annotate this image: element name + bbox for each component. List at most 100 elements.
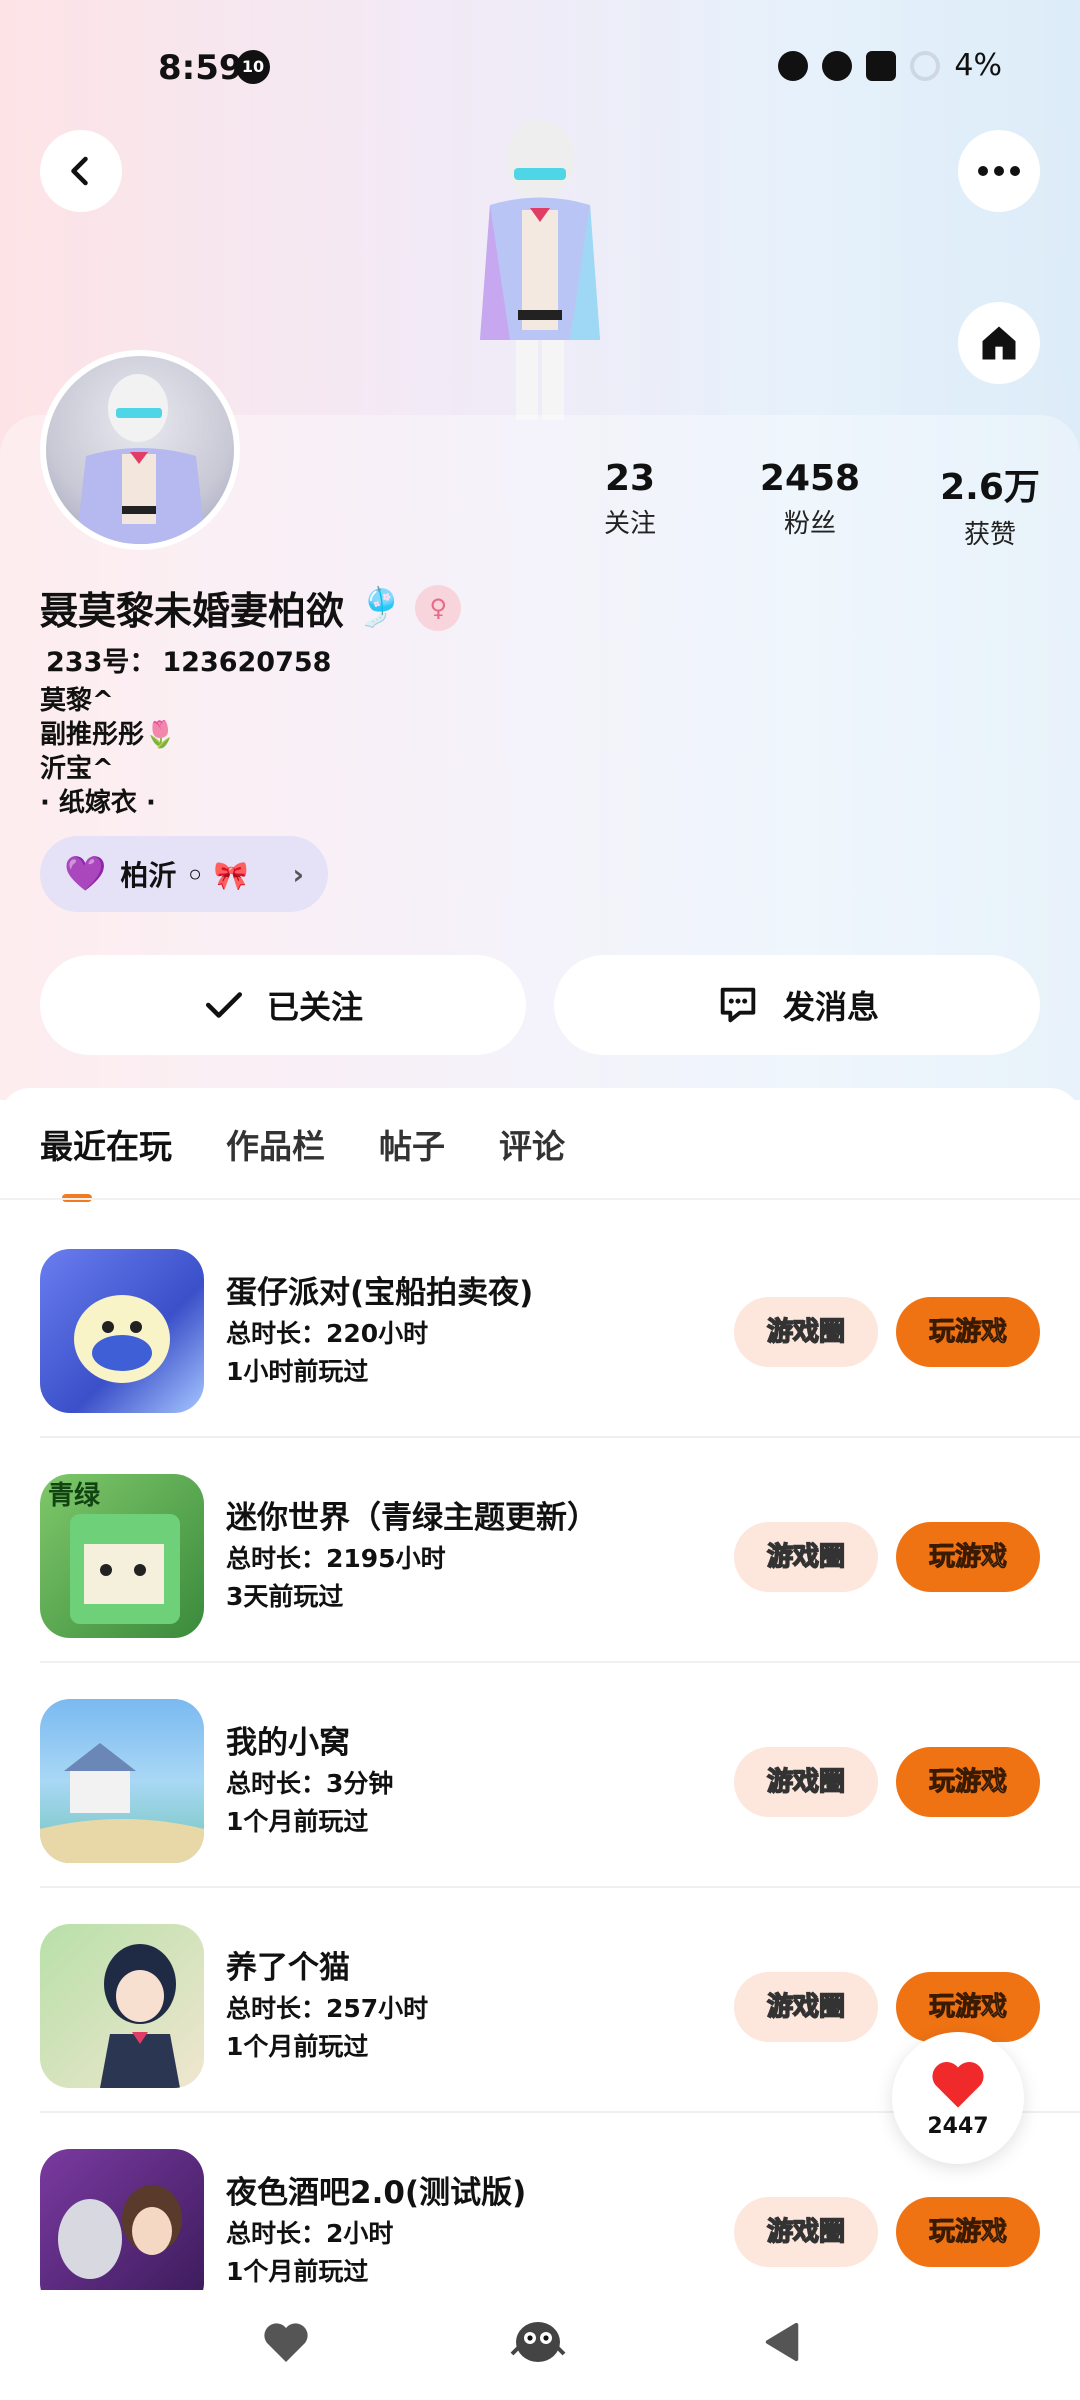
stat-followers[interactable]: 2458 粉丝 [720, 458, 900, 551]
send-message-button[interactable]: 发消息 [554, 955, 1040, 1055]
nickname: 聂莫黎未婚妻柏欲 [40, 589, 345, 633]
following-label: 已关注 [266, 988, 363, 1026]
play-game-button[interactable]: 玩游戏 [896, 1522, 1040, 1592]
game-icon [40, 1249, 204, 1413]
alarm-icon [778, 50, 809, 81]
game-info: 迷你世界（青绿主题更新） 总时长：2195小时 3天前玩过 [226, 1492, 598, 1613]
game-icon [40, 2149, 204, 2313]
stat-following[interactable]: 23 关注 [540, 458, 720, 551]
user-id[interactable]: 233号： 123620758 [40, 640, 331, 679]
stat-likes[interactable]: 2.6万 获赞 [900, 458, 1080, 551]
character-model [450, 110, 630, 420]
status-icons: 4% [778, 48, 1002, 83]
game-circle-button[interactable]: 游戏圈 [734, 1972, 878, 2042]
following-button[interactable]: 已关注 [40, 955, 526, 1055]
nickname-emoji: 🎐 [356, 585, 404, 629]
tab-recently-played[interactable]: 最近在玩 [40, 1120, 172, 1168]
uid-value: 123620758 [162, 647, 332, 678]
heart-icon [264, 2323, 308, 2362]
nav-heart[interactable] [262, 2320, 310, 2368]
wifi-icon [822, 50, 853, 81]
stat-value: 23 [604, 458, 656, 499]
status-bar: 8:59 10 4% [0, 40, 1080, 100]
game-row[interactable]: 青绿 迷你世界（青绿主题更新） 总时长：2195小时 3天前玩过 游戏圈 玩游戏 [40, 1438, 1080, 1663]
game-circle-button[interactable]: 游戏圈 [734, 1297, 878, 1367]
game-row[interactable]: 我的小窝 总时长：3分钟 1个月前玩过 游戏圈 玩游戏 [40, 1663, 1080, 1888]
game-info: 我的小窝 总时长：3分钟 1个月前玩过 [226, 1717, 393, 1838]
game-title: 养了个猫 [226, 1950, 350, 1986]
play-game-button[interactable]: 玩游戏 [896, 1747, 1040, 1817]
tab-works[interactable]: 作品栏 [226, 1120, 325, 1168]
back-button[interactable] [40, 130, 122, 212]
game-info: 养了个猫 总时长：257小时 1个月前玩过 [226, 1942, 428, 2063]
game-row[interactable]: 养了个猫 总时长：257小时 1个月前玩过 游戏圈 玩游戏 [40, 1888, 1080, 2113]
uid-label: 233号： [46, 647, 157, 678]
mascot-icon [510, 2322, 566, 2362]
profile-tabs: 最近在玩 作品栏 帖子 评论 [40, 1120, 565, 1168]
notification-badge: 10 [236, 50, 270, 84]
stat-label: 关注 [603, 509, 656, 539]
game-duration: 总时长：3分钟 [226, 1769, 394, 1798]
game-row[interactable]: 蛋仔派对(宝船拍卖夜) 总时长：220小时 1小时前玩过 游戏圈 玩游戏 [40, 1213, 1080, 1438]
heart-icon: 💜 [64, 854, 107, 894]
stat-value: 2.6万 [940, 467, 1040, 508]
game-last-played: 1小时前玩过 [226, 1357, 369, 1386]
game-circle-button[interactable]: 游戏圈 [734, 1522, 878, 1592]
game-duration: 总时长：2小时 [226, 2219, 394, 2248]
more-button[interactable] [958, 130, 1040, 212]
play-game-button[interactable]: 玩游戏 [896, 2197, 1040, 2267]
play-game-button[interactable]: 玩游戏 [896, 1297, 1040, 1367]
ellipsis-icon [978, 166, 1020, 176]
back-triangle-icon [765, 2322, 799, 2362]
heart-icon [932, 2061, 984, 2108]
stat-value: 2458 [759, 458, 861, 499]
game-icon-label: 青绿 [48, 1481, 101, 1511]
game-last-played: 1个月前玩过 [226, 1807, 369, 1836]
female-icon: ♀ [415, 584, 462, 631]
game-circle-button[interactable]: 游戏圈 [734, 2197, 878, 2267]
stat-label: 粉丝 [783, 509, 836, 539]
bio-line: 沂宝^ [40, 754, 114, 784]
stat-label: 获赞 [963, 520, 1016, 550]
game-duration: 总时长：220小时 [226, 1319, 429, 1348]
game-last-played: 1个月前玩过 [226, 2032, 369, 2061]
chevron-right-icon: › [292, 857, 304, 891]
profile-stats: 23 关注 2458 粉丝 2.6万 获赞 [540, 458, 1080, 551]
game-icon [40, 1924, 204, 2088]
tag-chip-label: 柏沂 ◦ 🎀 [120, 859, 249, 892]
nickname-row: 聂莫黎未婚妻柏欲 🎐 ♀ [40, 580, 462, 635]
game-last-played: 1个月前玩过 [226, 2257, 369, 2286]
avatar-image [46, 356, 234, 544]
like-count: 2447 [927, 2113, 989, 2139]
tab-comments[interactable]: 评论 [499, 1120, 565, 1168]
game-info: 蛋仔派对(宝船拍卖夜) 总时长：220小时 1小时前玩过 [226, 1267, 533, 1388]
game-title: 我的小窝 [226, 1725, 350, 1761]
chat-bubble-icon [720, 987, 756, 1023]
relationship-tag-chip[interactable]: 💜 柏沂 ◦ 🎀 › [40, 836, 328, 912]
game-title: 夜色酒吧2.0(测试版) [226, 2175, 527, 2211]
game-icon [40, 1699, 204, 1863]
home-icon [982, 326, 1016, 360]
status-time: 8:59 [158, 48, 243, 88]
game-duration: 总时长：2195小时 [226, 1544, 446, 1573]
game-title: 蛋仔派对(宝船拍卖夜) [226, 1275, 534, 1311]
play-game-button[interactable]: 玩游戏 [896, 1972, 1040, 2042]
chevron-left-icon [71, 156, 88, 186]
nav-mascot[interactable] [506, 2314, 570, 2370]
like-button[interactable]: 2447 [892, 2032, 1024, 2164]
checkmark-icon [205, 992, 243, 1018]
bio: 莫黎^ 副推彤彤🌷 沂宝^ · 纸嫁衣 · [40, 684, 176, 820]
game-icon: 青绿 [40, 1474, 204, 1638]
game-circle-button[interactable]: 游戏圈 [734, 1747, 878, 1817]
bio-line: 莫黎^ [40, 686, 114, 716]
close-box-icon [866, 50, 897, 81]
tab-posts[interactable]: 帖子 [379, 1120, 445, 1168]
bottom-navigation [0, 2290, 1080, 2400]
home-button[interactable] [958, 302, 1040, 384]
game-info: 夜色酒吧2.0(测试版) 总时长：2小时 1个月前玩过 [226, 2167, 526, 2288]
avatar[interactable] [40, 350, 240, 550]
tabs-divider [0, 1198, 1080, 1200]
nav-back[interactable] [762, 2320, 804, 2368]
game-duration: 总时长：257小时 [226, 1994, 429, 2023]
battery-icon [910, 50, 941, 81]
